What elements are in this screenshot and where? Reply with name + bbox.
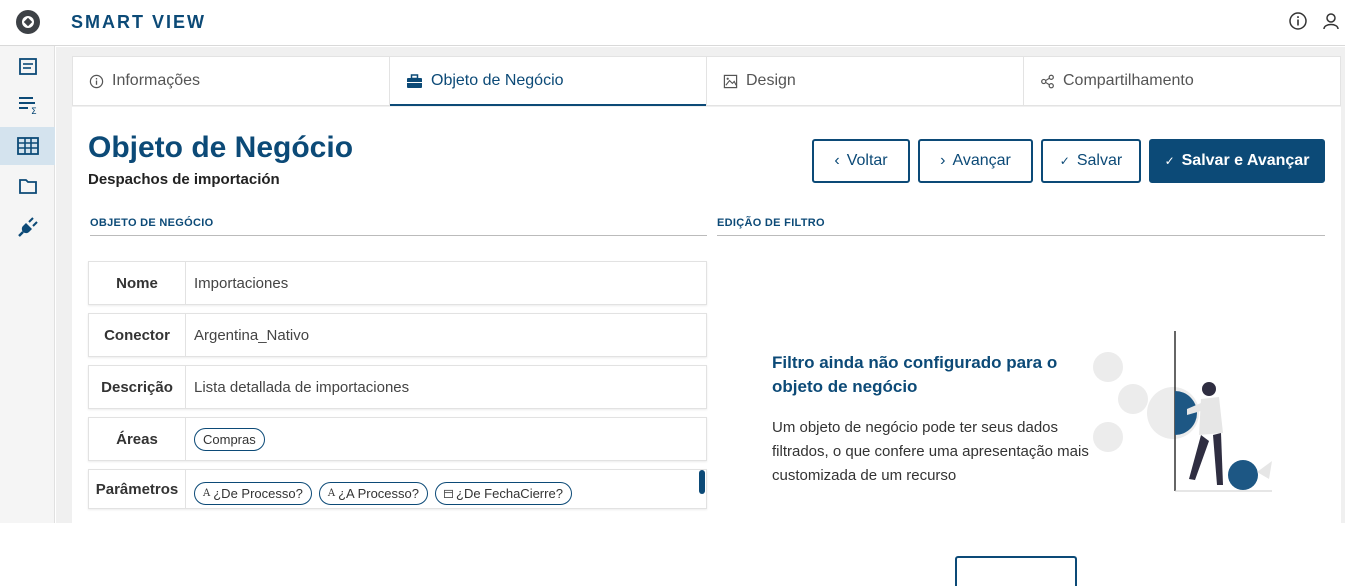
parameter-chip-label: ¿A Processo? <box>338 486 419 501</box>
description-label: Descrição <box>89 366 186 408</box>
section-filter-edit: EDIÇÃO DE FILTRO <box>717 217 1325 236</box>
tab-compartilhamento[interactable]: Compartilhamento <box>1024 57 1340 105</box>
chevron-left-icon: ‹ <box>834 152 840 169</box>
parameter-chip[interactable]: ¿De FechaCierre? <box>435 482 572 505</box>
check-icon: ✓ <box>1059 154 1070 168</box>
parameter-chip-label: ¿De FechaCierre? <box>456 486 563 501</box>
sidebar-item-aggregations[interactable]: Σ <box>0 86 55 124</box>
sum-list-icon: Σ <box>18 97 37 116</box>
table-icon <box>16 137 39 155</box>
empty-filter-illustration <box>1093 331 1272 492</box>
save-button-label: Salvar <box>1076 152 1123 169</box>
user-icon[interactable] <box>1321 11 1341 31</box>
page-subtitle: Despachos de importación <box>88 171 280 188</box>
sidebar: Σ <box>0 46 55 523</box>
tab-objeto-de-negocio[interactable]: Objeto de Negócio <box>390 57 707 106</box>
info-icon[interactable] <box>1288 11 1308 31</box>
name-row: Nome Importaciones <box>88 261 707 305</box>
area-chip[interactable]: Compras <box>194 427 265 451</box>
parameter-chip[interactable]: A ¿De Processo? <box>194 482 312 505</box>
save-button[interactable]: ✓ Salvar <box>1041 139 1141 183</box>
connector-label: Conector <box>89 314 186 356</box>
next-button[interactable]: › Avançar <box>918 139 1033 183</box>
text-type-icon: A <box>203 488 211 499</box>
report-icon <box>18 58 37 75</box>
info-icon <box>89 74 104 88</box>
top-bar: SMART VIEW <box>0 0 1345 46</box>
content-panel: Objeto de Negócio Despachos de importaci… <box>72 107 1341 586</box>
sidebar-item-tables[interactable] <box>0 127 55 165</box>
name-label: Nome <box>89 262 186 304</box>
parameters-row: Parâmetros A ¿De Processo? A ¿A Processo… <box>88 469 707 509</box>
connector-field[interactable]: Argentina_Nativo <box>186 314 706 356</box>
filter-empty-text: Um objeto de negócio pode ter seus dados… <box>772 419 1089 484</box>
save-and-next-button[interactable]: ✓ Salvar e Avançar <box>1149 139 1325 183</box>
tab-label: Informações <box>112 72 201 89</box>
image-icon <box>723 74 738 88</box>
areas-field[interactable]: Compras <box>186 418 706 460</box>
svg-text:Σ: Σ <box>31 107 37 116</box>
sidebar-item-folders[interactable] <box>0 167 55 205</box>
folder-icon <box>18 179 37 194</box>
check-icon: ✓ <box>1164 154 1175 168</box>
parameters-label: Parâmetros <box>89 470 186 508</box>
section-business-object: OBJETO DE NEGÓCIO <box>90 217 707 236</box>
areas-label: Áreas <box>89 418 186 460</box>
app-logo-icon[interactable] <box>16 10 40 34</box>
parameters-field[interactable]: A ¿De Processo? A ¿A Processo? ¿De Fecha… <box>186 470 706 508</box>
connector-row: Conector Argentina_Nativo <box>88 313 707 357</box>
description-field[interactable]: Lista detallada de importaciones <box>186 366 706 408</box>
briefcase-icon <box>407 73 422 88</box>
tab-label: Objeto de Negócio <box>431 72 564 89</box>
save-and-next-button-label: Salvar e Avançar <box>1181 152 1310 169</box>
app-title: SMART VIEW <box>71 12 206 32</box>
parameters-scrollbar[interactable] <box>699 470 705 494</box>
plug-icon <box>17 217 38 237</box>
parameter-chip[interactable]: A ¿A Processo? <box>318 482 428 505</box>
parameter-chip-label: ¿De Processo? <box>213 486 303 501</box>
tab-label: Design <box>746 72 796 89</box>
chevron-right-icon: › <box>940 152 946 169</box>
name-field[interactable]: Importaciones <box>186 262 706 304</box>
areas-row: Áreas Compras <box>88 417 707 461</box>
tab-bar: Informações Objeto de Negócio Design Com… <box>72 56 1341 106</box>
filter-empty-title: Filtro ainda não configurado para o obje… <box>772 353 1058 396</box>
next-button-label: Avançar <box>952 152 1011 169</box>
main-area: Informações Objeto de Negócio Design Com… <box>56 47 1345 586</box>
text-type-icon: A <box>327 488 336 499</box>
calendar-icon <box>444 489 453 498</box>
description-row: Descrição Lista detallada de importacion… <box>88 365 707 409</box>
back-button[interactable]: ‹ Voltar <box>812 139 910 183</box>
sidebar-item-reports[interactable] <box>0 48 55 86</box>
share-icon <box>1041 74 1054 88</box>
tab-informacoes[interactable]: Informações <box>73 57 390 105</box>
configure-filter-button[interactable] <box>955 556 1077 586</box>
back-button-label: Voltar <box>846 152 888 169</box>
sidebar-item-connectors[interactable] <box>0 208 55 246</box>
tab-label: Compartilhamento <box>1063 72 1194 89</box>
page-title: Objeto de Negócio <box>88 131 354 164</box>
tab-design[interactable]: Design <box>707 57 1024 105</box>
